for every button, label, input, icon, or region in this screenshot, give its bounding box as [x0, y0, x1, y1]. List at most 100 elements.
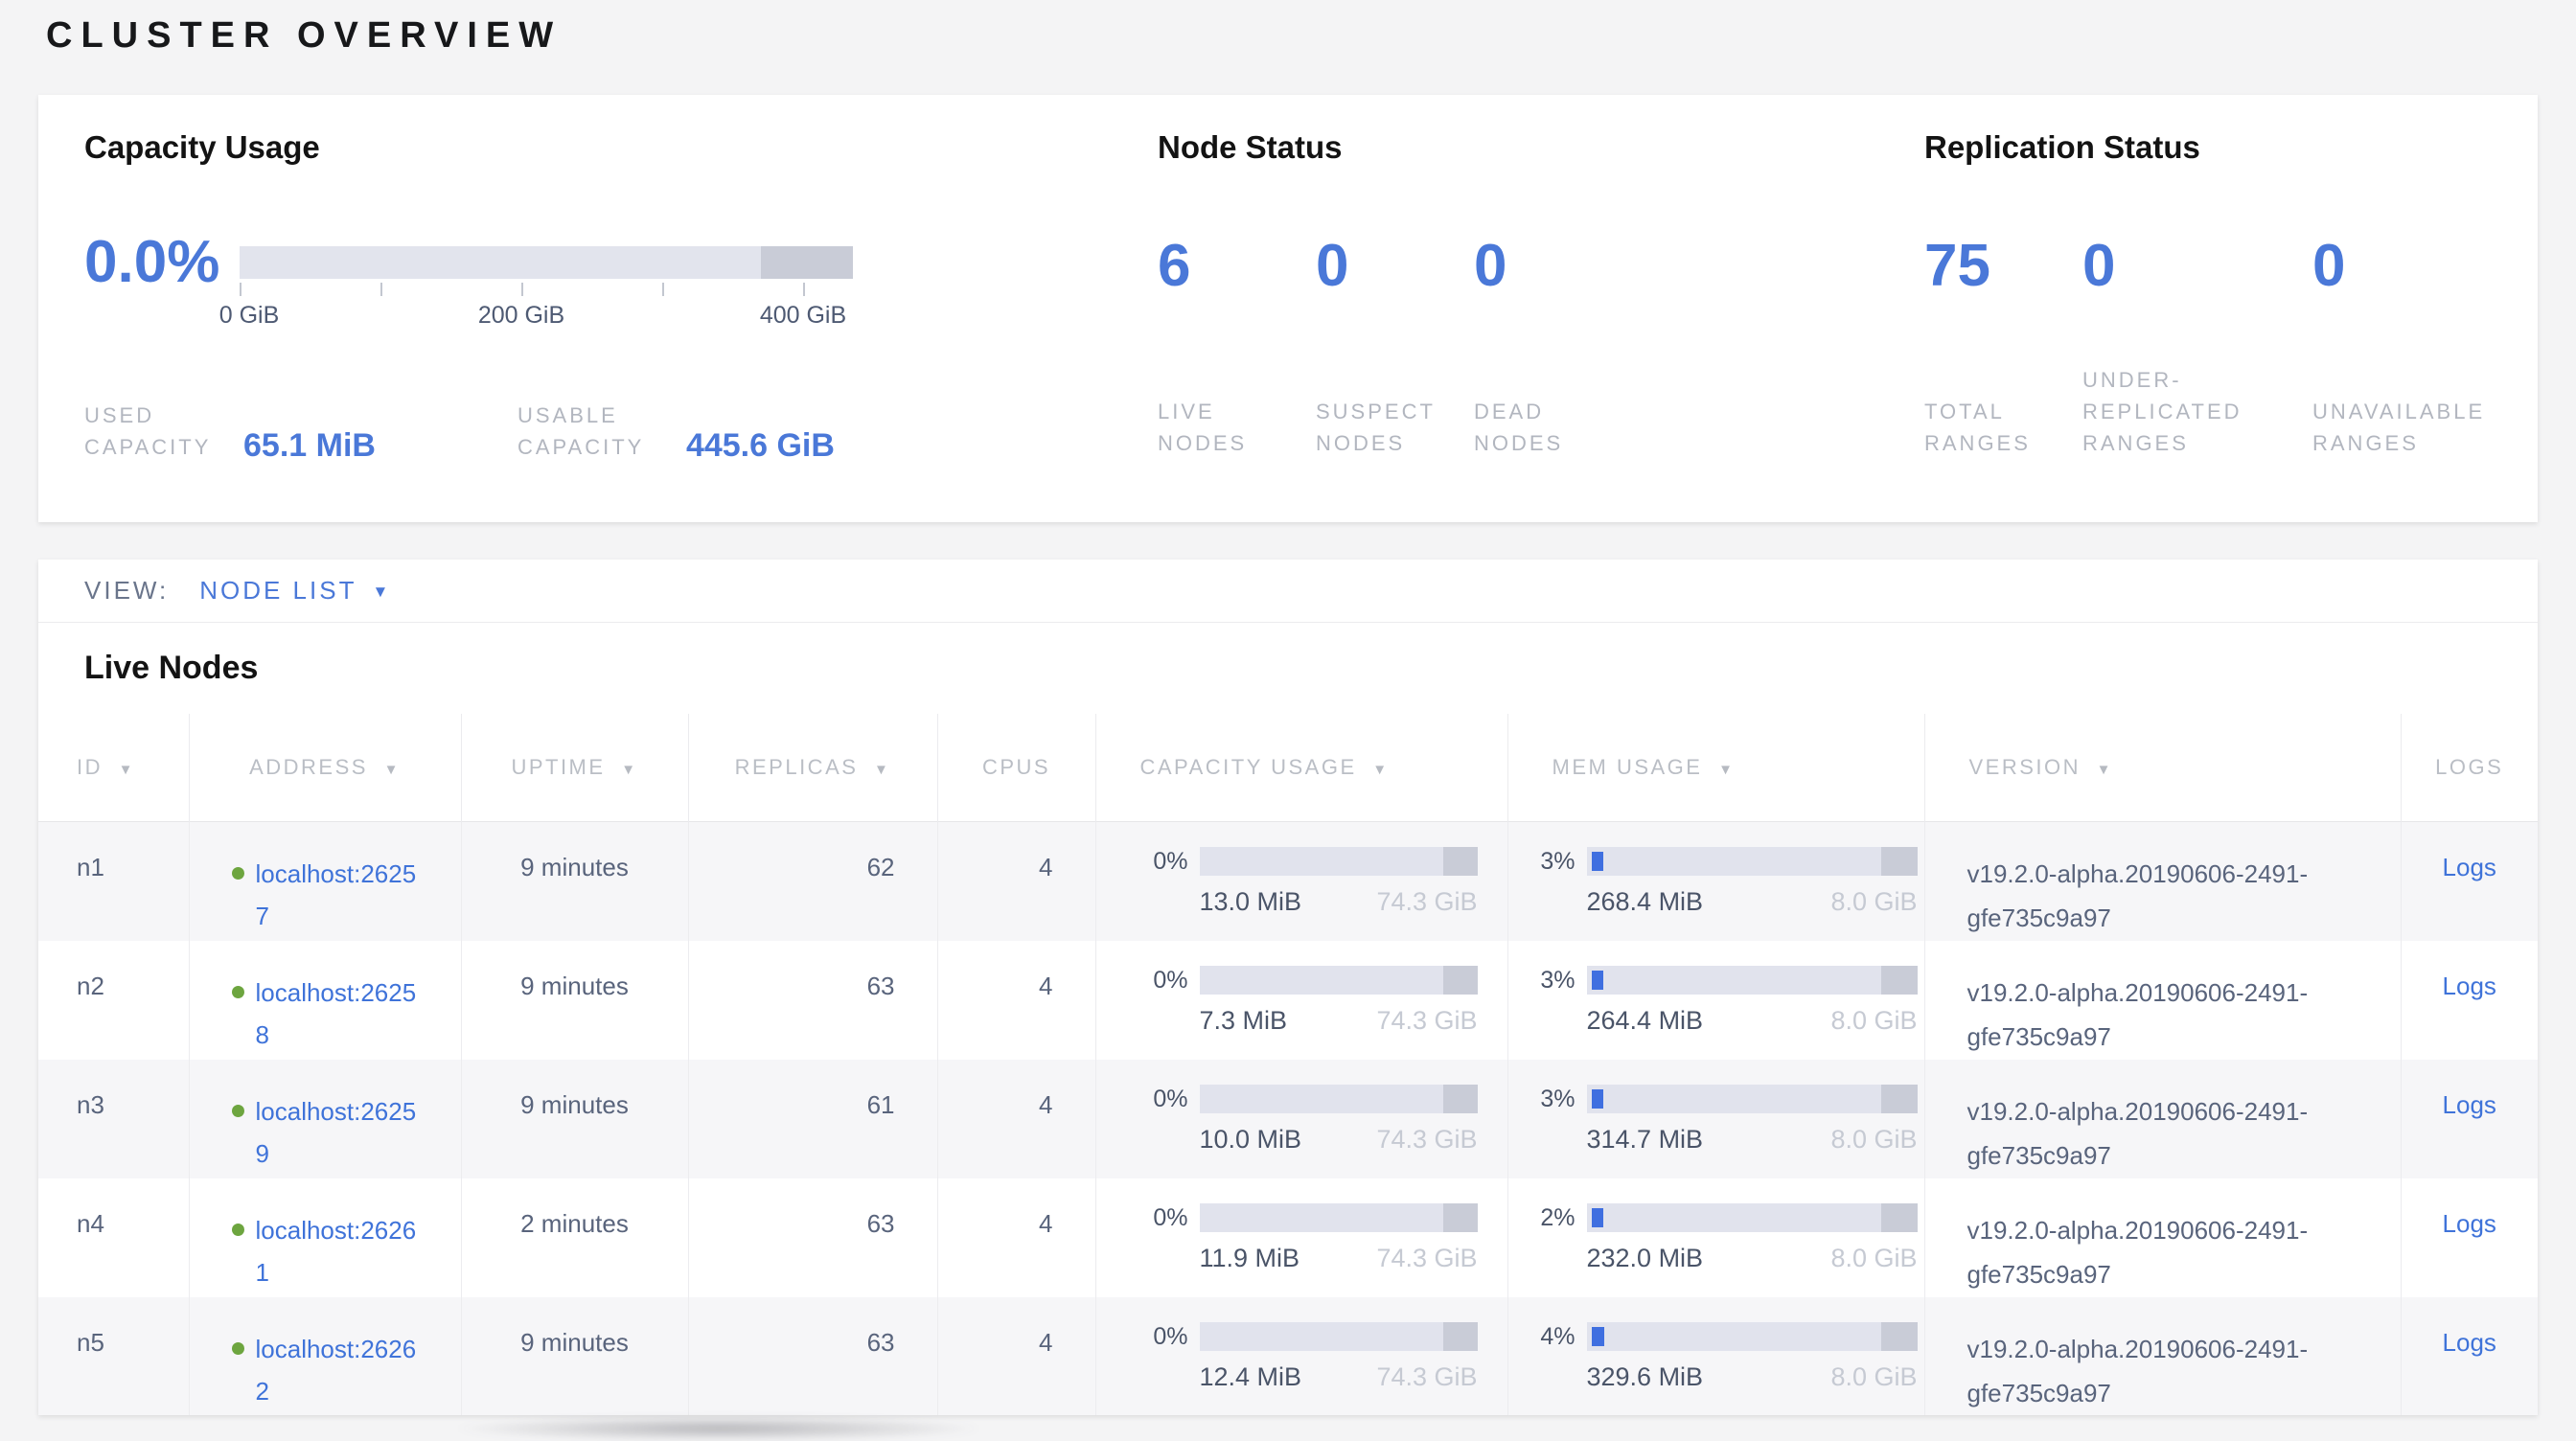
dead-nodes-label: DEAD NODES [1474, 396, 1603, 459]
bar-reserved-segment [1443, 1322, 1478, 1351]
live-status-dot-icon [232, 1342, 244, 1355]
unavailable-ranges-stat: 0 UNAVAILABLE RANGES [2312, 237, 2518, 459]
capacity-bar-track [240, 246, 853, 279]
node-cpus-cell: 4 [937, 1178, 1095, 1297]
node-mem-usage-cell: 3% 314.7 MiB 8.0 GiB [1507, 1060, 1924, 1178]
node-status-title: Node Status [1158, 129, 1848, 166]
used-capacity-label: USED CAPACITY [84, 400, 228, 463]
under-replicated-ranges-stat: 0 UNDER-REPLICATED RANGES [2082, 237, 2312, 459]
node-replicas-cell: 63 [688, 1178, 937, 1297]
column-header-capacity-usage[interactable]: CAPACITY USAGE ▼ [1095, 714, 1507, 822]
capacity-percent-label: 0% [1135, 967, 1188, 995]
column-header-address[interactable]: ADDRESS ▼ [189, 714, 461, 822]
capacity-percent-label: 0% [1135, 1323, 1188, 1351]
node-address-link[interactable]: localhost:26261 [256, 1209, 428, 1293]
logs-link[interactable]: Logs [2443, 1328, 2496, 1357]
chevron-down-icon: ▼ [372, 583, 391, 602]
mem-total-value: 8.0 GiB [1830, 1125, 1917, 1155]
suspect-nodes-label: SUSPECT NODES [1316, 396, 1445, 459]
node-cpus-cell: 4 [937, 1297, 1095, 1415]
mem-total-value: 8.0 GiB [1830, 1006, 1917, 1036]
bar-reserved-segment [1881, 1203, 1918, 1232]
column-label: MEM USAGE [1552, 755, 1703, 779]
unavailable-label: UNAVAILABLE RANGES [2312, 396, 2518, 459]
cluster-summary-card: Capacity Usage 0.0% 0 GiB 200 GiB 400 Gi… [38, 95, 2538, 522]
mem-percent-label: 2% [1522, 1204, 1576, 1232]
total-ranges-count: 75 [1924, 237, 2082, 296]
column-header-version[interactable]: VERSION ▼ [1924, 714, 2401, 822]
column-label: LOGS [2435, 755, 2503, 779]
sort-caret-icon: ▼ [621, 762, 637, 778]
capacity-usage-section: Capacity Usage 0.0% 0 GiB 200 GiB 400 Gi… [84, 129, 1100, 166]
mem-usage-bar [1587, 966, 1918, 995]
column-header-id[interactable]: ID ▼ [38, 714, 189, 822]
mem-total-value: 8.0 GiB [1830, 1244, 1917, 1273]
capacity-total-value: 74.3 GiB [1376, 887, 1477, 917]
usable-capacity-value: 445.6 GiB [686, 427, 835, 465]
logs-link[interactable]: Logs [2443, 972, 2496, 1000]
bar-reserved-segment [1443, 966, 1478, 995]
node-replicas-cell: 61 [688, 1060, 937, 1178]
logs-link[interactable]: Logs [2443, 853, 2496, 881]
node-logs-cell: Logs [2401, 1297, 2538, 1415]
node-uptime-cell: 9 minutes [461, 941, 688, 1060]
live-nodes-stat: 6 LIVE NODES [1158, 237, 1316, 459]
node-version-cell: v19.2.0-alpha.20190606-2491-gfe735c9a97 [1924, 822, 2401, 942]
table-row: n5 localhost:26262 9 minutes 63 4 0% 12.… [38, 1297, 2538, 1415]
node-address-link[interactable]: localhost:26258 [256, 972, 428, 1056]
table-header-row: ID ▼ ADDRESS ▼ UPTIME ▼ REPLICAS ▼ CPUS [38, 714, 2538, 822]
node-mem-usage-cell: 2% 232.0 MiB 8.0 GiB [1507, 1178, 1924, 1297]
live-nodes-table: ID ▼ ADDRESS ▼ UPTIME ▼ REPLICAS ▼ CPUS [38, 714, 2538, 1415]
node-replicas-cell: 63 [688, 1297, 937, 1415]
mem-used-value: 314.7 MiB [1587, 1125, 1704, 1155]
bar-used-fill [1592, 1327, 1605, 1346]
live-nodes-heading: Live Nodes [38, 623, 2538, 714]
node-id-cell: n4 [38, 1178, 189, 1297]
suspect-nodes-count: 0 [1316, 237, 1474, 296]
usable-capacity-label: USABLE CAPACITY [518, 400, 671, 463]
capacity-total-value: 74.3 GiB [1376, 1244, 1477, 1273]
mem-used-value: 232.0 MiB [1587, 1244, 1704, 1273]
node-capacity-usage-cell: 0% 12.4 MiB 74.3 GiB [1095, 1297, 1507, 1415]
mem-percent-label: 3% [1522, 848, 1576, 876]
node-address-cell: localhost:26261 [189, 1178, 461, 1297]
node-cpus-cell: 4 [937, 941, 1095, 1060]
node-version-cell: v19.2.0-alpha.20190606-2491-gfe735c9a97 [1924, 1060, 2401, 1178]
node-address-link[interactable]: localhost:26257 [256, 853, 428, 937]
mem-percent-label: 3% [1522, 1086, 1576, 1113]
capacity-percent-label: 0% [1135, 1204, 1188, 1232]
node-cpus-cell: 4 [937, 1060, 1095, 1178]
column-header-mem-usage[interactable]: MEM USAGE ▼ [1507, 714, 1924, 822]
capacity-usage-title: Capacity Usage [84, 129, 1100, 166]
sort-caret-icon: ▼ [384, 762, 401, 778]
mem-usage-bar [1587, 1203, 1918, 1232]
view-dropdown-value[interactable]: NODE LIST [199, 576, 356, 606]
node-address-link[interactable]: localhost:26262 [256, 1328, 428, 1412]
column-header-uptime[interactable]: UPTIME ▼ [461, 714, 688, 822]
table-row: n3 localhost:26259 9 minutes 61 4 0% 10.… [38, 1060, 2538, 1178]
logs-link[interactable]: Logs [2443, 1090, 2496, 1119]
table-row: n2 localhost:26258 9 minutes 63 4 0% 7.3… [38, 941, 2538, 1060]
column-label: ID [77, 755, 103, 779]
column-header-replicas[interactable]: REPLICAS ▼ [688, 714, 937, 822]
node-id-cell: n3 [38, 1060, 189, 1178]
logs-link[interactable]: Logs [2443, 1209, 2496, 1238]
mem-usage-bar [1587, 847, 1918, 876]
bar-reserved-segment [1881, 966, 1918, 995]
node-address-cell: localhost:26262 [189, 1297, 461, 1415]
suspect-nodes-stat: 0 SUSPECT NODES [1316, 237, 1474, 459]
node-logs-cell: Logs [2401, 822, 2538, 942]
column-header-logs: LOGS [2401, 714, 2538, 822]
bar-reserved-segment [1881, 1322, 1918, 1351]
node-address-link[interactable]: localhost:26259 [256, 1090, 428, 1175]
node-version-cell: v19.2.0-alpha.20190606-2491-gfe735c9a97 [1924, 941, 2401, 1060]
view-dropdown[interactable]: NODE LIST ▼ [199, 576, 391, 606]
capacity-axis-ticks [240, 283, 853, 298]
node-uptime-cell: 9 minutes [461, 1060, 688, 1178]
table-row: n1 localhost:26257 9 minutes 62 4 0% 13.… [38, 822, 2538, 942]
node-uptime-cell: 2 minutes [461, 1178, 688, 1297]
unavailable-count: 0 [2312, 237, 2518, 296]
dead-nodes-stat: 0 DEAD NODES [1474, 237, 1632, 459]
node-address-cell: localhost:26258 [189, 941, 461, 1060]
bar-used-fill [1592, 971, 1603, 990]
